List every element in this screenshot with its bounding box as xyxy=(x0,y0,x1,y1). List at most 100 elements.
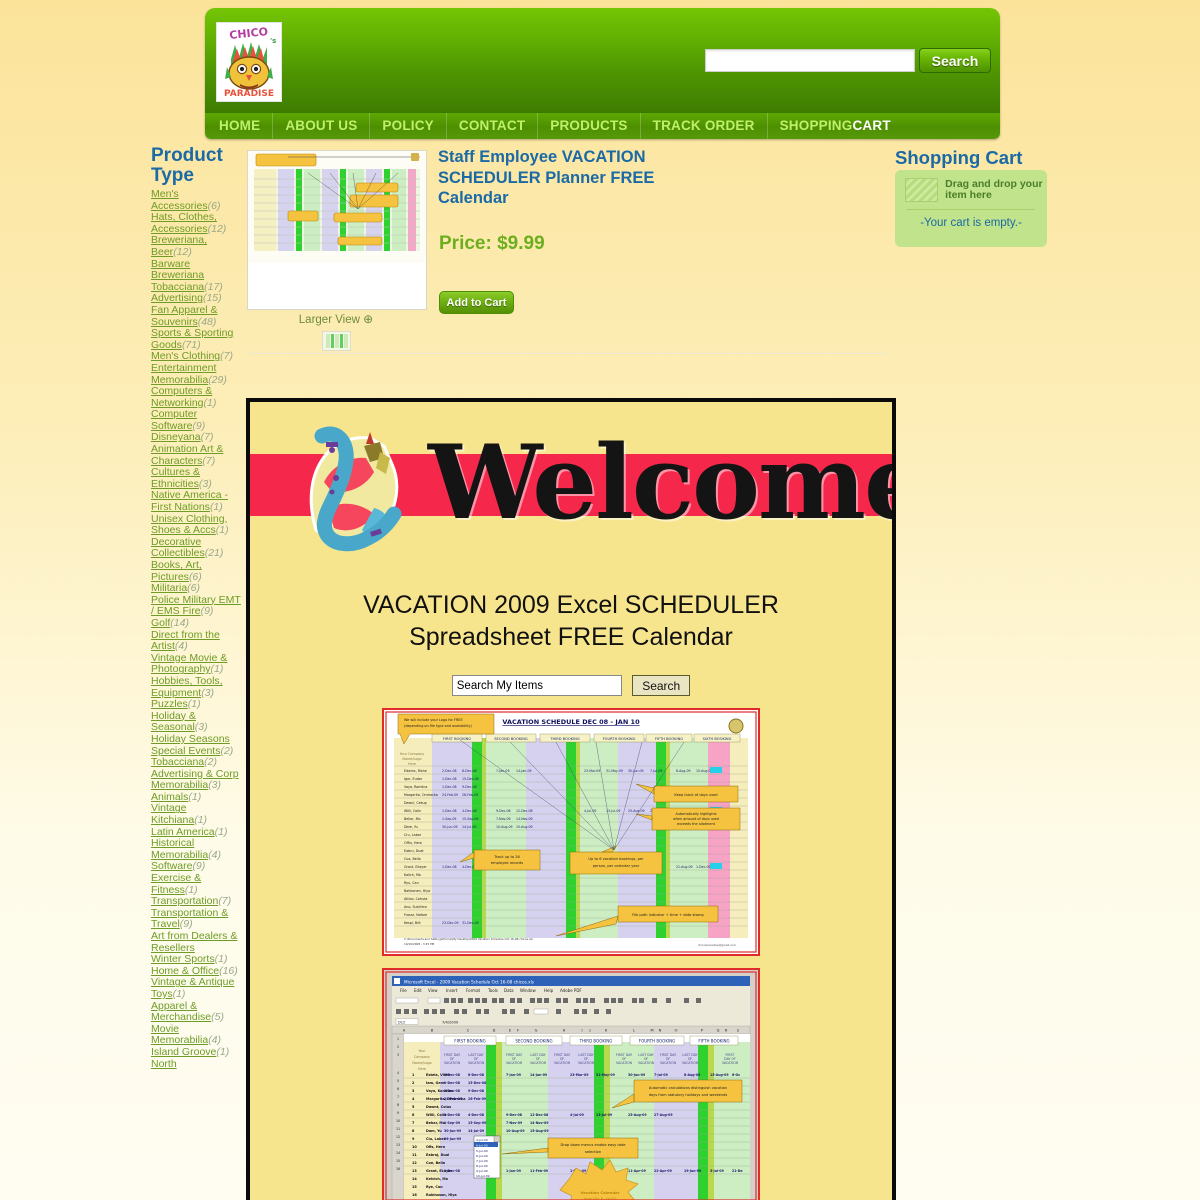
category-item[interactable]: Holiday & Seasonal(3) xyxy=(151,710,243,734)
category-link[interactable]: Latin America xyxy=(151,826,215,838)
category-item[interactable]: North xyxy=(151,1058,243,1071)
svg-text:Vaya, Romilna: Vaya, Romilna xyxy=(404,785,427,789)
header-search-input[interactable] xyxy=(705,49,915,72)
site-logo[interactable]: CHICO 's PARADISE xyxy=(216,22,282,102)
add-to-cart-button[interactable]: Add to Cart xyxy=(439,291,514,314)
category-link[interactable]: Software xyxy=(151,860,192,873)
category-link[interactable]: Golf xyxy=(151,617,170,629)
category-link[interactable]: Advertising & Corp Memorabilia xyxy=(151,768,239,792)
nav-item-home[interactable]: HOME xyxy=(205,113,274,139)
svg-text:7-Jan-09: 7-Jan-09 xyxy=(496,769,509,773)
category-item[interactable]: Unisex Clothing, Shoes & Accs(1) xyxy=(151,513,243,537)
panel-search-button[interactable]: Search xyxy=(632,675,691,696)
welcome-banner: Welcome xyxy=(250,402,892,567)
category-item[interactable]: Vintage Movie & Photography(1) xyxy=(151,652,243,676)
nav-item-contact[interactable]: CONTACT xyxy=(447,113,539,139)
svg-text:1-Dec-08: 1-Dec-08 xyxy=(444,1081,461,1085)
category-item[interactable]: Computer Software(9) xyxy=(151,409,243,432)
category-link[interactable]: Barware Breweriana Tobacciana xyxy=(151,258,204,293)
category-link[interactable]: Puzzles xyxy=(151,698,188,710)
category-link[interactable]: Holiday Seasons Special Events xyxy=(151,733,230,757)
category-link[interactable]: Animals xyxy=(151,791,188,803)
header-search-button[interactable]: Search xyxy=(919,48,991,73)
category-item[interactable]: Decorative Collectibles(21) xyxy=(151,536,243,560)
category-item[interactable]: Historical Memorabilia(4) xyxy=(151,838,243,861)
nav-item-products[interactable]: PRODUCTS xyxy=(538,113,641,139)
category-item[interactable]: Computers & Networking(1) xyxy=(151,385,243,409)
category-link[interactable]: Tobacciana xyxy=(151,756,204,768)
panel-search-input[interactable] xyxy=(451,675,622,696)
category-item[interactable]: Men's Accessories(6) xyxy=(151,188,243,212)
svg-text:13-Jul-09: 13-Jul-09 xyxy=(596,1113,613,1117)
category-link[interactable]: Cultures & Ethnicities xyxy=(151,466,200,490)
screenshot-vacation-schedule[interactable]: VACATION SCHEDULE DEC 08 - JAN 10 FIRST … xyxy=(382,708,760,956)
category-item[interactable]: Entertainment Memorabilia(29) xyxy=(151,362,243,386)
category-item[interactable]: Police Military EMT / EMS Fire(9) xyxy=(151,594,243,618)
category-count: (1) xyxy=(172,987,186,1000)
category-link[interactable]: Vintage Kitchiana xyxy=(151,802,194,826)
nav-item-track-order[interactable]: TRACK ORDER xyxy=(641,113,768,139)
svg-text:31-May-09: 31-May-09 xyxy=(596,1073,616,1077)
category-item[interactable]: Movie Memorabilia(4) xyxy=(151,1023,243,1047)
category-link[interactable]: Holiday & Seasonal xyxy=(151,710,196,734)
category-link[interactable]: Decorative Collectibles xyxy=(151,536,205,560)
product-price: Price: $9.99 xyxy=(439,233,545,254)
category-item[interactable]: Breweriana, Beer(12) xyxy=(151,235,243,258)
category-link[interactable]: Winter Sports xyxy=(151,953,215,965)
category-link[interactable]: Art from Dealers & Resellers xyxy=(151,930,237,954)
category-link[interactable]: Police Military EMT / EMS Fire xyxy=(151,594,241,618)
nav-item-shopping-cart[interactable]: SHOPPINGCART xyxy=(768,113,903,139)
category-link[interactable]: Transportation xyxy=(151,895,218,907)
excel-window-image: Microsoft Excel - 2009 Vacation Schedule… xyxy=(384,970,758,1200)
category-count: (48) xyxy=(197,315,217,328)
svg-text:6-Oc: 6-Oc xyxy=(732,1073,740,1077)
cart-dropzone[interactable]: Drag and drop your item here xyxy=(895,170,1047,202)
category-item[interactable]: Cultures & Ethnicities(3) xyxy=(151,467,243,490)
category-link[interactable]: Militaria xyxy=(151,582,187,594)
category-item[interactable]: Barware Breweriana Tobacciana(17) xyxy=(151,258,243,294)
category-link[interactable]: Advertising xyxy=(151,292,203,305)
category-link[interactable]: Movie Memorabilia xyxy=(151,1023,208,1047)
category-item[interactable]: Transportation & Travel(9) xyxy=(151,907,243,931)
category-link[interactable]: Computer Software xyxy=(151,408,197,432)
category-link[interactable]: Men's Clothing xyxy=(151,350,220,363)
category-link[interactable]: Men's Accessories xyxy=(151,188,208,212)
category-item[interactable]: Books, Art, Pictures(6) xyxy=(151,559,243,583)
larger-view-link[interactable]: Larger View ⊕ xyxy=(247,312,425,326)
category-item[interactable]: Animation Art & Characters(7) xyxy=(151,443,243,467)
product-image[interactable] xyxy=(247,150,427,310)
product-thumbnail-alt[interactable] xyxy=(322,331,351,351)
svg-text:Bellar, Mo: Bellar, Mo xyxy=(404,817,420,821)
category-link[interactable]: Vintage & Antique Toys xyxy=(151,976,234,1000)
svg-text:4-Dec-08: 4-Dec-08 xyxy=(462,809,477,813)
svg-text:L: L xyxy=(633,1029,635,1033)
category-item[interactable]: Vintage Kitchiana(1) xyxy=(151,803,243,826)
category-item[interactable]: Sports & Sporting Goods(71) xyxy=(151,327,243,351)
category-item[interactable]: Hats, Clothes, Accessories(12) xyxy=(151,211,243,235)
category-link[interactable]: Historical Memorabilia xyxy=(151,837,208,861)
category-link[interactable]: Entertainment Memorabilia xyxy=(151,362,216,386)
category-link[interactable]: North xyxy=(151,1058,177,1070)
category-item[interactable]: Native America - First Nations(1) xyxy=(151,490,243,513)
svg-text:We will include your Logo for: We will include your Logo for FREE xyxy=(404,718,463,722)
svg-text:N: N xyxy=(659,1029,662,1033)
screenshot-excel-window[interactable]: Microsoft Excel - 2009 Vacation Schedule… xyxy=(382,968,760,1200)
svg-text:Adobe PDF: Adobe PDF xyxy=(560,988,582,993)
category-link[interactable]: Home & Office xyxy=(151,965,219,977)
category-item[interactable]: Hobbies, Tools, Equipment(3) xyxy=(151,675,243,699)
category-item[interactable]: Holiday Seasons Special Events(2) xyxy=(151,733,243,757)
category-link[interactable]: Island Groove xyxy=(151,1046,216,1058)
nav-item-policy[interactable]: POLICY xyxy=(370,113,447,139)
category-item[interactable]: Apparel & Merchandise(5) xyxy=(151,1000,243,1024)
category-link[interactable]: Apparel & Merchandise xyxy=(151,1000,211,1024)
svg-text:9-Dec-08: 9-Dec-08 xyxy=(496,809,511,813)
category-item[interactable]: Vintage & Antique Toys(1) xyxy=(151,977,243,1000)
nav-item-about-us[interactable]: ABOUT US xyxy=(273,113,371,139)
category-item[interactable]: Fan Apparel & Souvenirs(48) xyxy=(151,304,243,328)
category-link[interactable]: Disneyana xyxy=(151,431,201,444)
header-search: Search xyxy=(705,48,991,73)
category-item[interactable]: Advertising & Corp Memorabilia(3) xyxy=(151,768,243,792)
category-item[interactable]: Exercise & Fitness(1) xyxy=(151,872,243,896)
category-item[interactable]: Direct from the Artist(4) xyxy=(151,629,243,653)
category-item[interactable]: Art from Dealers & Resellers xyxy=(151,930,243,954)
